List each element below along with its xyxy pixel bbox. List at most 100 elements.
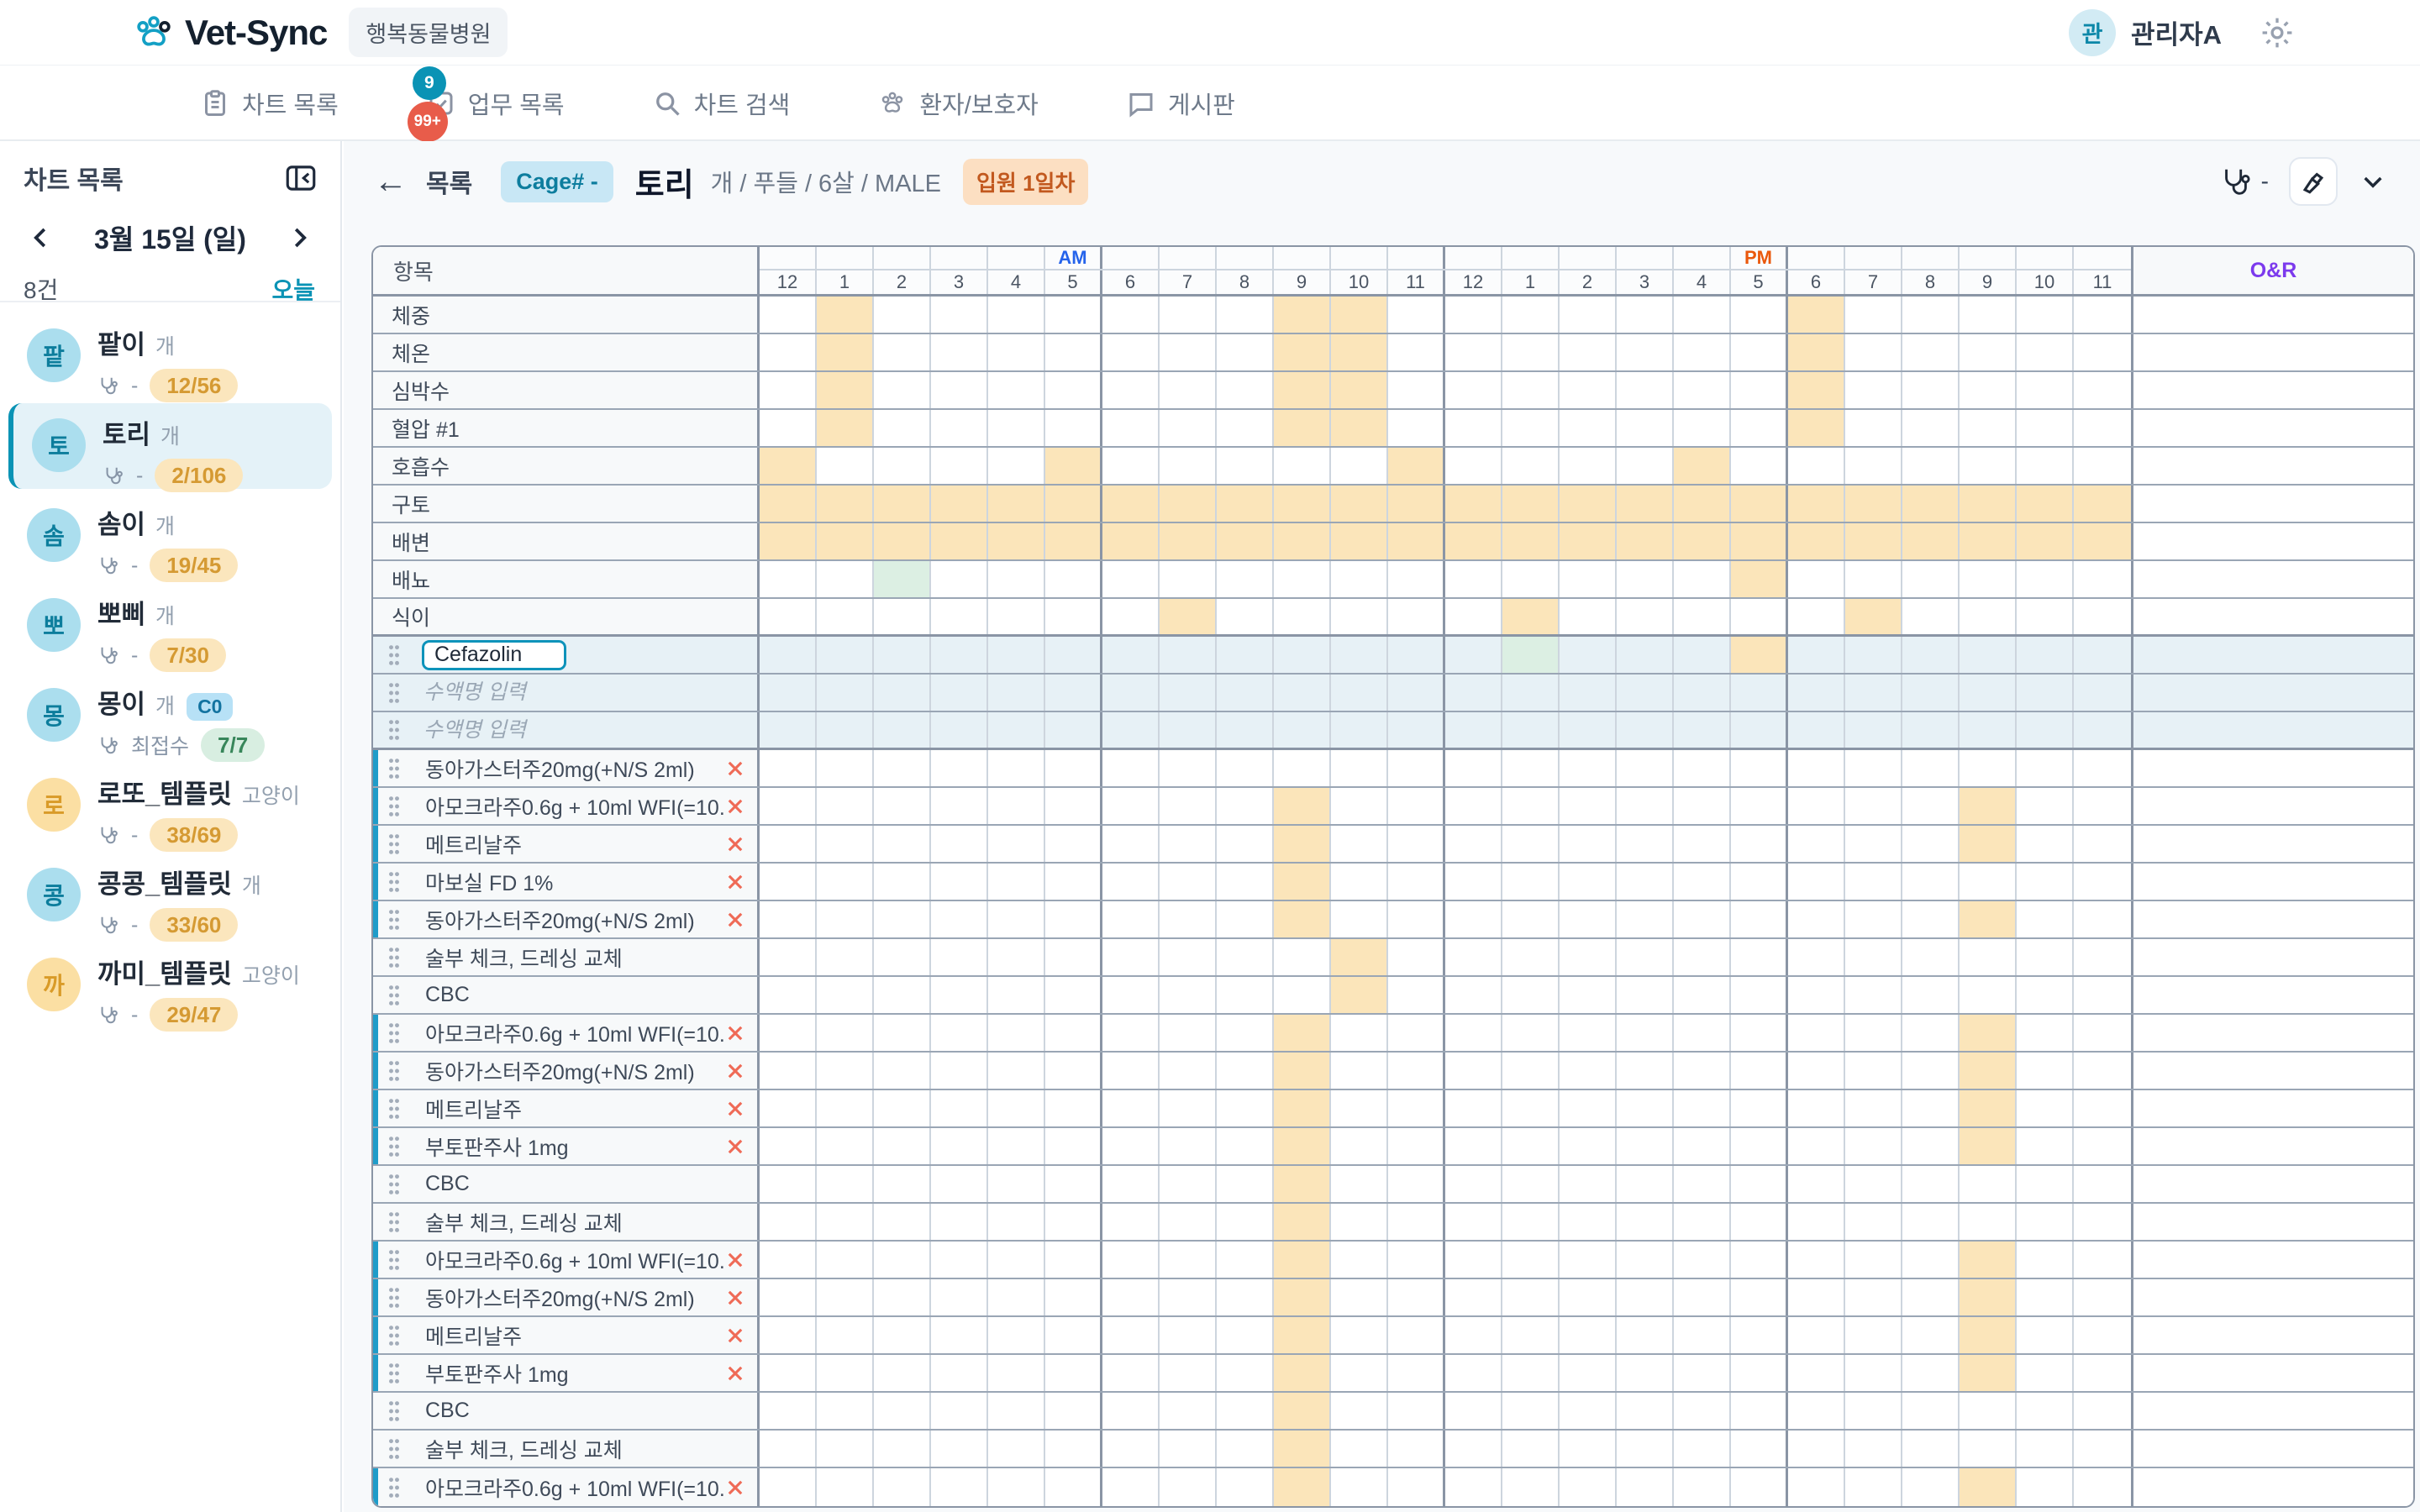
grid-cell[interactable]	[1274, 486, 1331, 522]
grid-cell[interactable]	[1845, 1393, 1902, 1429]
grid-cell[interactable]	[1560, 1279, 1617, 1315]
grid-cell[interactable]	[1331, 410, 1388, 446]
grid-cell[interactable]	[1045, 637, 1102, 673]
drag-handle-icon[interactable]	[387, 643, 402, 667]
grid-cell[interactable]	[1560, 788, 1617, 824]
grid-cell[interactable]	[1331, 1204, 1388, 1240]
grid-cell[interactable]	[817, 1279, 874, 1315]
grid-cell[interactable]	[1160, 864, 1217, 900]
grid-cell[interactable]	[760, 1166, 817, 1202]
grid-cell[interactable]	[1902, 1090, 1960, 1126]
grid-cell[interactable]	[760, 977, 817, 1013]
grid-cell[interactable]	[1217, 1204, 1274, 1240]
grid-cell[interactable]	[2074, 1279, 2131, 1315]
grid-cell[interactable]	[1960, 372, 2017, 408]
grid-cell[interactable]	[1160, 1204, 1217, 1240]
grid-cell[interactable]	[1102, 486, 1160, 522]
grid-cell[interactable]	[760, 1053, 817, 1089]
remove-order-button[interactable]	[725, 1061, 745, 1081]
or-cell[interactable]	[2131, 1204, 2413, 1240]
grid-cell[interactable]	[1560, 334, 1617, 370]
grid-cell[interactable]	[931, 1468, 988, 1506]
grid-cell[interactable]	[1902, 599, 1960, 634]
or-cell[interactable]	[2131, 901, 2413, 937]
grid-cell[interactable]	[1388, 1204, 1445, 1240]
grid-cell[interactable]	[1502, 486, 1560, 522]
grid-cell[interactable]	[1045, 486, 1102, 522]
grid-cell[interactable]	[1102, 1242, 1160, 1278]
grid-cell[interactable]	[1160, 1393, 1217, 1429]
grid-cell[interactable]	[1902, 977, 1960, 1013]
grid-cell[interactable]	[817, 712, 874, 748]
grid-cell[interactable]	[1388, 372, 1445, 408]
grid-cell[interactable]	[1788, 826, 1845, 862]
grid-cell[interactable]	[1560, 1015, 1617, 1051]
grid-cell[interactable]	[931, 826, 988, 862]
grid-cell[interactable]	[1160, 1279, 1217, 1315]
grid-cell[interactable]	[1731, 372, 1788, 408]
grid-cell[interactable]	[1331, 637, 1388, 673]
grid-cell[interactable]	[1674, 675, 1731, 711]
or-cell[interactable]	[2131, 826, 2413, 862]
grid-cell[interactable]	[1045, 1431, 1102, 1467]
next-day-icon[interactable]	[287, 225, 312, 250]
grid-cell[interactable]	[1331, 448, 1388, 484]
grid-cell[interactable]	[1845, 1431, 1902, 1467]
grid-cell[interactable]	[1788, 1393, 1845, 1429]
grid-cell[interactable]	[1731, 712, 1788, 748]
grid-cell[interactable]	[1502, 750, 1560, 786]
grid-cell[interactable]	[2017, 1431, 2074, 1467]
grid-cell[interactable]	[1388, 297, 1445, 333]
grid-cell[interactable]	[1845, 750, 1902, 786]
grid-cell[interactable]	[2017, 448, 2074, 484]
grid-cell[interactable]	[1788, 939, 1845, 975]
grid-cell[interactable]	[1788, 637, 1845, 673]
grid-cell[interactable]	[1388, 788, 1445, 824]
grid-cell[interactable]	[817, 864, 874, 900]
grid-cell[interactable]	[1902, 1468, 1960, 1506]
grid-cell[interactable]	[1388, 1015, 1445, 1051]
grid-cell[interactable]	[1960, 334, 2017, 370]
grid-cell[interactable]	[1845, 826, 1902, 862]
grid-cell[interactable]	[2017, 1317, 2074, 1353]
grid-cell[interactable]	[1674, 1468, 1731, 1506]
drag-handle-icon[interactable]	[387, 1248, 402, 1272]
grid-cell[interactable]	[1445, 675, 1502, 711]
grid-cell[interactable]	[1960, 1128, 2017, 1164]
grid-cell[interactable]	[1788, 1468, 1845, 1506]
grid-cell[interactable]	[1331, 297, 1388, 333]
drag-handle-icon[interactable]	[387, 795, 402, 818]
grid-cell[interactable]	[988, 750, 1045, 786]
grid-cell[interactable]	[1045, 1393, 1102, 1429]
or-cell[interactable]	[2131, 297, 2413, 333]
grid-cell[interactable]	[931, 1317, 988, 1353]
grid-cell[interactable]	[1902, 901, 1960, 937]
grid-cell[interactable]	[1045, 1242, 1102, 1278]
grid-cell[interactable]	[1331, 561, 1388, 597]
grid-cell[interactable]	[2074, 1015, 2131, 1051]
grid-cell[interactable]	[817, 448, 874, 484]
grid-cell[interactable]	[1560, 1431, 1617, 1467]
grid-cell[interactable]	[1960, 448, 2017, 484]
grid-cell[interactable]	[1560, 523, 1617, 559]
grid-cell[interactable]	[2074, 1053, 2131, 1089]
grid-cell[interactable]	[931, 1431, 988, 1467]
grid-cell[interactable]	[1845, 372, 1902, 408]
grid-cell[interactable]	[2017, 1279, 2074, 1315]
grid-cell[interactable]	[1160, 788, 1217, 824]
grid-cell[interactable]	[931, 675, 988, 711]
grid-cell[interactable]	[1160, 448, 1217, 484]
grid-cell[interactable]	[1617, 637, 1674, 673]
grid-cell[interactable]	[1217, 372, 1274, 408]
grid-cell[interactable]	[760, 826, 817, 862]
grid-cell[interactable]	[1845, 675, 1902, 711]
grid-cell[interactable]	[1331, 712, 1388, 748]
grid-cell[interactable]	[1160, 410, 1217, 446]
grid-cell[interactable]	[1331, 523, 1388, 559]
grid-cell[interactable]	[1045, 1015, 1102, 1051]
grid-cell[interactable]	[760, 712, 817, 748]
grid-cell[interactable]	[2074, 523, 2131, 559]
grid-cell[interactable]	[760, 523, 817, 559]
grid-cell[interactable]	[1045, 901, 1102, 937]
grid-cell[interactable]	[1102, 864, 1160, 900]
